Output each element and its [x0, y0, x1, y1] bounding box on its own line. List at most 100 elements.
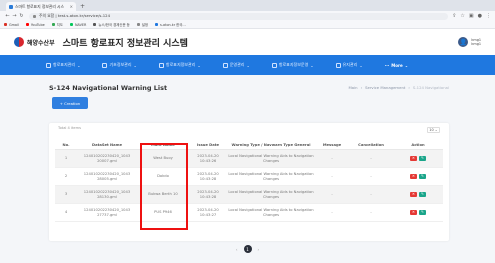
browser-menu-icon[interactable]: ⋮ [486, 13, 491, 19]
dataset-name[interactable]: 124010202230420_1043 28005.gml [77, 172, 137, 181]
delete-icon[interactable]: ✕ [410, 210, 417, 215]
next-page-icon[interactable]: › [258, 247, 260, 252]
page-content: S-124 Navigational Warning List Main › Se… [0, 75, 495, 263]
url-text: 주의 요함 | test.s-aton.kr/service/s-124 [39, 13, 110, 18]
nav-item-icon [271, 62, 277, 68]
dataset-name[interactable]: 124010202230420_1043 28130.gml [77, 190, 137, 199]
nav-item[interactable]: 유지관리 ⌄ [335, 62, 363, 68]
nav-item-icon [102, 62, 108, 68]
issue-date: 2023-04-20 10:43:28 [197, 189, 219, 199]
table-row[interactable]: 4 124010202230420_1043 27737.gml PUS P94… [55, 204, 443, 222]
chevron-down-icon: ⌄ [434, 128, 438, 132]
bookmark-item[interactable]: s-aton.kr 한국... [155, 22, 186, 27]
bookmark-item[interactable]: NAVER [69, 23, 86, 27]
column-header: Message [322, 142, 342, 147]
breadcrumb-item-current: S-124 Navigational [412, 85, 449, 90]
browser-tab-title: 스마트 항로표지 정보관리 시스 [15, 3, 65, 9]
back-icon[interactable]: ← [4, 13, 11, 19]
row-number: 2 [64, 174, 68, 179]
dataset-name[interactable]: 124010202230420_1043 27737.gml [77, 208, 137, 217]
profile-icon[interactable]: ● [478, 13, 482, 19]
forward-icon[interactable]: → [11, 13, 18, 19]
extensions-icon[interactable]: ▣ [469, 13, 474, 19]
row-actions: ✕ ✎ [393, 192, 443, 197]
user-avatar-icon: 👤 [458, 37, 469, 47]
edit-icon[interactable]: ✎ [419, 156, 426, 161]
site-title: 스마트 항로표지 정보관리 시스템 [62, 38, 188, 49]
warning-type: Local Navigational Warning Aids to Navig… [228, 189, 314, 199]
message: - [331, 174, 333, 179]
edit-icon[interactable]: ✎ [419, 192, 426, 197]
delete-icon[interactable]: ✕ [410, 174, 417, 179]
cancellation: - [370, 156, 372, 161]
issue-date: 2023-04-20 10:43:28 [197, 171, 219, 181]
site-header: 해양수산부 스마트 항로표지 정보관리 시스템 👤 kmg1 kmg1 [0, 29, 495, 55]
site-favicon-icon [9, 4, 13, 9]
share-icon[interactable]: ⇪ [452, 13, 456, 19]
table-row[interactable]: 2 124010202230420_1043 28005.gml Dokdo 2… [55, 168, 443, 186]
table-row[interactable]: 3 124010202230420_1043 28130.gml Bukwa B… [55, 186, 443, 204]
bookmark-item[interactable]: Gmail [4, 23, 19, 27]
browser-address-bar-row: ← → ↻ 주의 요함 | test.s-aton.kr/service/s-1… [0, 11, 495, 21]
page-size-select[interactable]: 10 ⌄ [427, 127, 440, 133]
column-header: Issue Date [197, 142, 219, 147]
delete-icon[interactable]: ✕ [410, 156, 417, 161]
row-number: 3 [64, 192, 68, 197]
message: - [331, 156, 333, 161]
new-tab-icon[interactable]: + [80, 2, 85, 11]
breadcrumb: Main › Service Management › S-124 Navigati… [348, 85, 449, 90]
nav-item[interactable]: 항로표지정보운영 ⌄ [271, 62, 314, 68]
nav-item[interactable]: 항로표지정보관리 ⌄ [158, 62, 201, 68]
bookmark-item[interactable]: 지도 [51, 22, 63, 27]
warning-type: Local Navigational Warning Aids to Navig… [228, 207, 314, 217]
row-number: 4 [64, 210, 68, 215]
bookmark-item[interactable]: 설정 [136, 22, 148, 27]
dataset-name[interactable]: 124010202230420_1043 20007.gml [77, 154, 137, 163]
delete-icon[interactable]: ✕ [410, 192, 417, 197]
prev-page-icon[interactable]: ‹ [236, 247, 238, 252]
url-field[interactable]: 주의 요함 | test.s-aton.kr/service/s-124 [29, 12, 449, 20]
page-number-current[interactable]: 1 [243, 245, 252, 253]
pagination: ‹ 1 › [0, 245, 495, 253]
bookmark-star-icon[interactable]: ☆ [460, 13, 464, 19]
edit-icon[interactable]: ✎ [419, 210, 426, 215]
org-name: 해양수산부 [27, 39, 55, 47]
bookmarks-bar: Gmail YouTube 지도 NAVER 뉴스/한국 경제신문 등 설정 s… [0, 21, 495, 29]
nav-item[interactable]: 운영관리 ⌄ [222, 62, 250, 68]
reload-icon[interactable]: ↻ [18, 13, 25, 19]
user-subtext: kmg1 [471, 42, 481, 46]
total-count: Total 4 items [58, 126, 81, 130]
cancellation: - [370, 210, 372, 215]
column-header: Warning Type / Navwarn Type General [231, 142, 311, 147]
create-button[interactable]: + Creation [52, 97, 88, 109]
nav-item-icon [46, 62, 51, 68]
nav-item[interactable]: 항로표지관리 ⌄ [46, 62, 80, 68]
bookmark-item[interactable]: 뉴스/한국 경제신문 등 [93, 22, 130, 27]
column-header: No. [62, 142, 70, 147]
page-title: S-124 Navigational Warning List [49, 84, 168, 92]
bookmark-item[interactable]: YouTube [25, 23, 45, 27]
ministry-logo[interactable]: 해양수산부 [14, 37, 55, 47]
security-icon [33, 14, 36, 18]
row-actions: ✕ ✎ [393, 210, 443, 215]
message: - [331, 192, 333, 197]
edit-icon[interactable]: ✎ [419, 174, 426, 179]
warning-type: Local Navigational Warning Aids to Navig… [228, 153, 314, 163]
breadcrumb-item[interactable]: Main [348, 85, 357, 90]
taegeuk-logo-icon [14, 37, 24, 47]
breadcrumb-item[interactable]: Service Management [365, 85, 405, 90]
message: - [331, 210, 333, 215]
table-row[interactable]: 1 124010202230420_1043 20007.gml West Bu… [55, 150, 443, 168]
row-number: 1 [64, 156, 68, 161]
warning-type: Local Navigational Warning Aids to Navig… [228, 171, 314, 181]
main-navigation: 항로표지관리 ⌄ 기초정보관리 ⌄ 항로표지정보관리 ⌄ 운영관리 ⌄ 항로표지… [0, 55, 495, 75]
column-header: Action [411, 142, 425, 147]
nav-more[interactable]: ··· More ⌄ [385, 63, 408, 68]
cancellation: - [370, 174, 372, 179]
nav-item[interactable]: 기초정보관리 ⌄ [102, 62, 137, 68]
warning-list-card: Total 4 items 10 ⌄ No. DataSet Name Mark … [49, 123, 449, 241]
browser-tab[interactable]: 스마트 항로표지 정보관리 시스 × [6, 2, 76, 11]
user-menu[interactable]: 👤 kmg1 kmg1 [458, 37, 481, 47]
close-tab-icon[interactable]: × [70, 4, 73, 9]
nav-item-icon [222, 62, 228, 68]
